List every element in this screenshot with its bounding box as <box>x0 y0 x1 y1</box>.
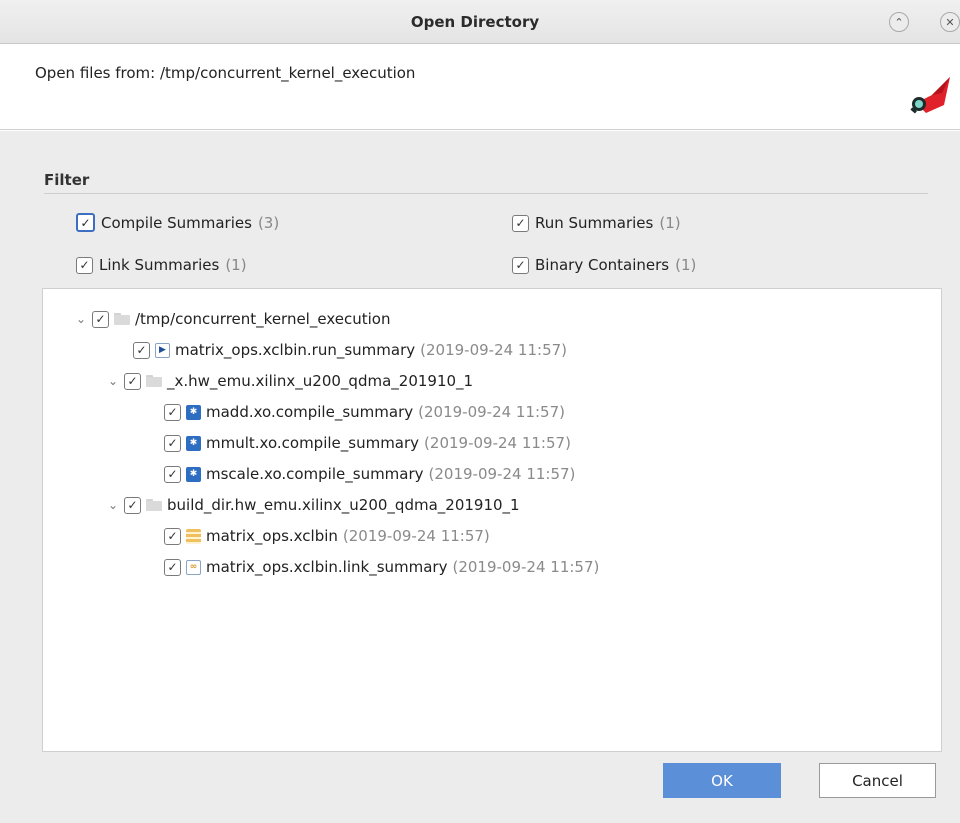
tree-node-timestamp: (2019-09-24 11:57) <box>452 558 600 576</box>
tree-file-compile-summary[interactable]: ✓ ✱ madd.xo.compile_summary (2019-09-24 … <box>164 401 565 423</box>
cancel-button[interactable]: Cancel <box>819 763 936 798</box>
chevron-down-icon[interactable]: ⌄ <box>107 498 119 512</box>
file-tree[interactable]: ⌄ ✓ /tmp/concurrent_kernel_execution ✓ ▶… <box>42 288 942 752</box>
check-icon[interactable]: ✓ <box>512 256 529 274</box>
filter-label: Run Summaries <box>535 214 654 232</box>
tree-node-label: madd.xo.compile_summary <box>206 403 414 421</box>
tree-node-label: build_dir.hw_emu.xilinx_u200_qdma_201910… <box>167 496 520 514</box>
tree-node-timestamp: (2019-09-24 11:57) <box>428 465 576 483</box>
filter-run-summaries[interactable]: ✓ Run Summaries (1) <box>512 214 681 232</box>
tree-node-timestamp: (2019-09-24 11:57) <box>424 434 571 452</box>
check-icon[interactable]: ✓ <box>164 465 181 483</box>
check-icon[interactable]: ✓ <box>76 213 95 232</box>
chevron-down-icon[interactable]: ⌄ <box>107 374 119 388</box>
analyzer-logo-icon <box>910 77 950 114</box>
filter-link-summaries[interactable]: ✓ Link Summaries (1) <box>76 256 247 274</box>
tree-node-timestamp: (2019-09-24 11:57) <box>418 403 565 421</box>
tree-file-compile-summary[interactable]: ✓ ✱ mscale.xo.compile_summary (2019-09-2… <box>164 463 575 485</box>
dialog-header: Open files from: /tmp/concurrent_kernel_… <box>0 45 960 130</box>
filter-heading: Filter <box>44 171 90 189</box>
check-icon[interactable]: ✓ <box>512 214 529 232</box>
filter-label: Compile Summaries <box>101 213 252 232</box>
run-summary-icon: ▶ <box>155 342 170 358</box>
binary-container-icon <box>186 528 201 544</box>
filter-count: (1) <box>225 256 247 274</box>
check-icon[interactable]: ✓ <box>76 256 93 274</box>
filter-divider <box>44 193 928 194</box>
filter-count: (1) <box>675 256 697 274</box>
check-icon[interactable]: ✓ <box>124 496 141 514</box>
tree-file-binary-container[interactable]: ✓ matrix_ops.xclbin (2019-09-24 11:57) <box>164 525 490 547</box>
dialog-body: Filter ✓ Compile Summaries (3) ✓ Run Sum… <box>0 131 960 823</box>
compile-summary-icon: ✱ <box>186 404 201 420</box>
check-icon[interactable]: ✓ <box>124 372 141 390</box>
chevron-down-icon[interactable]: ⌄ <box>75 312 87 326</box>
check-icon[interactable]: ✓ <box>164 527 181 545</box>
folder-icon <box>114 313 130 325</box>
check-icon[interactable]: ✓ <box>133 341 150 359</box>
tree-file-run-summary[interactable]: ✓ ▶ matrix_ops.xclbin.run_summary (2019-… <box>133 339 567 361</box>
filter-compile-summaries[interactable]: ✓ Compile Summaries (3) <box>76 213 279 232</box>
tree-node-timestamp: (2019-09-24 11:57) <box>420 341 568 359</box>
compile-summary-icon: ✱ <box>186 466 201 482</box>
check-icon[interactable]: ✓ <box>164 403 181 421</box>
compile-summary-icon: ✱ <box>186 435 201 451</box>
window-title: Open Directory <box>410 13 540 31</box>
ok-button[interactable]: OK <box>663 763 781 798</box>
tree-node-label: /tmp/concurrent_kernel_execution <box>135 310 391 328</box>
tree-node-label: matrix_ops.xclbin.run_summary <box>175 341 416 359</box>
check-icon[interactable]: ✓ <box>164 434 181 452</box>
filter-count: (1) <box>659 214 681 232</box>
minimize-button[interactable]: ⌃ <box>889 12 909 32</box>
check-icon[interactable]: ✓ <box>164 558 181 576</box>
tree-file-compile-summary[interactable]: ✓ ✱ mmult.xo.compile_summary (2019-09-24… <box>164 432 571 454</box>
tree-node-label: mmult.xo.compile_summary <box>206 434 420 452</box>
tree-folder-node[interactable]: ⌄ ✓ build_dir.hw_emu.xilinx_u200_qdma_20… <box>107 494 520 516</box>
tree-node-timestamp: (2019-09-24 11:57) <box>342 527 490 545</box>
check-icon[interactable]: ✓ <box>92 310 109 328</box>
tree-node-label: mscale.xo.compile_summary <box>206 465 424 483</box>
title-bar: Open Directory ⌃ ✕ <box>0 0 960 44</box>
close-icon: ✕ <box>945 15 955 29</box>
tree-node-label: matrix_ops.xclbin <box>206 527 338 545</box>
filter-count: (3) <box>257 213 280 232</box>
minimize-icon: ⌃ <box>894 15 904 29</box>
tree-node-label: matrix_ops.xclbin.link_summary <box>206 558 448 576</box>
link-summary-icon: ∞ <box>186 559 201 575</box>
tree-folder-node[interactable]: ⌄ ✓ _x.hw_emu.xilinx_u200_qdma_201910_1 <box>107 370 473 392</box>
folder-icon <box>146 499 162 511</box>
tree-node-label: _x.hw_emu.xilinx_u200_qdma_201910_1 <box>167 372 474 390</box>
folder-icon <box>146 375 162 387</box>
tree-file-link-summary[interactable]: ✓ ∞ matrix_ops.xclbin.link_summary (2019… <box>164 556 599 578</box>
filter-binary-containers[interactable]: ✓ Binary Containers (1) <box>512 256 696 274</box>
close-button[interactable]: ✕ <box>940 12 960 32</box>
filter-label: Binary Containers <box>535 256 670 274</box>
open-files-from-label: Open files from: /tmp/concurrent_kernel_… <box>35 64 416 82</box>
tree-root-node[interactable]: ⌄ ✓ /tmp/concurrent_kernel_execution <box>75 308 390 330</box>
filter-label: Link Summaries <box>99 256 220 274</box>
